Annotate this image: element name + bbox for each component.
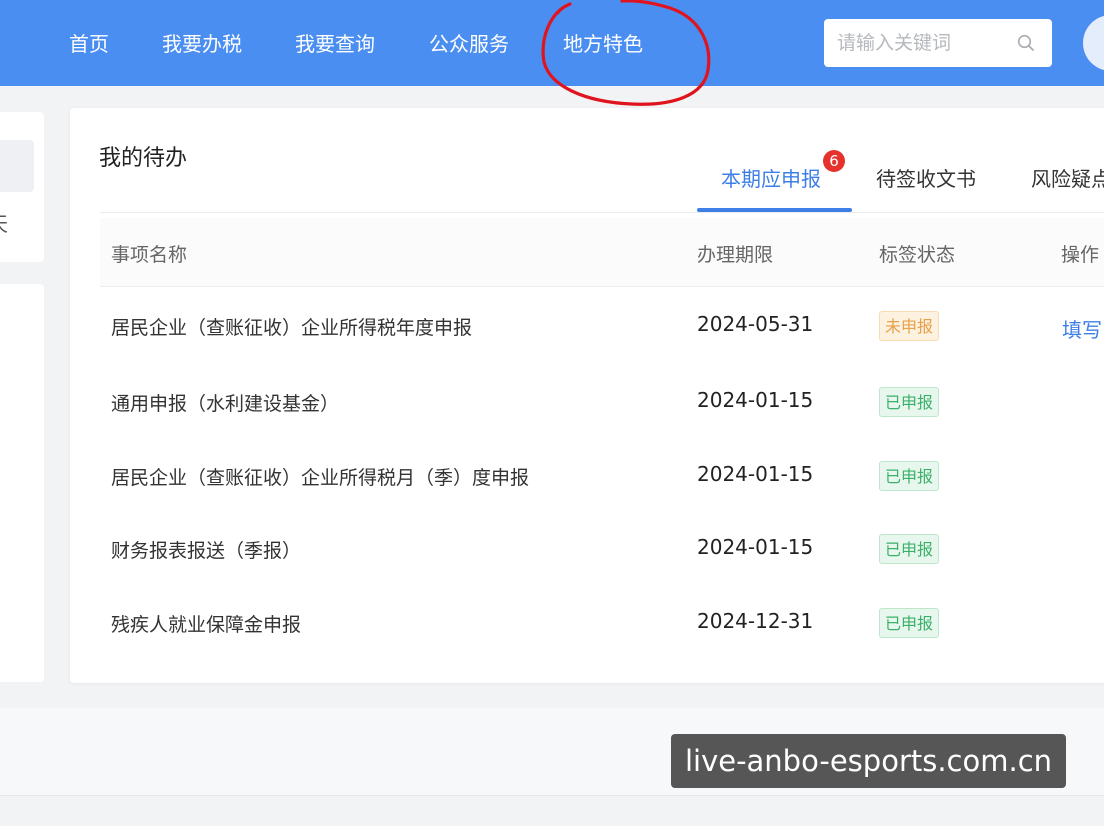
table-row-name: 居民企业（查账征收）企业所得税年度申报 <box>111 317 473 339</box>
fill-in-link[interactable]: 填写 <box>1062 314 1102 343</box>
top-navigation-bar: 首页 我要办税 我要查询 公众服务 地方特色 <box>0 0 1104 86</box>
watermark-label: live-anbo-esports.com.cn <box>671 734 1066 788</box>
column-header-action: 操作 <box>1061 244 1100 266</box>
left-panel-bottom <box>0 284 44 682</box>
table-row-name: 居民企业（查账征收）企业所得税月（季）度申报 <box>111 467 530 489</box>
nav-item-public-service[interactable]: 公众服务 <box>429 28 509 60</box>
column-header-item-name: 事项名称 <box>111 244 188 266</box>
table-row-name: 财务报表报送（季报） <box>111 540 302 562</box>
table-row-deadline: 2024-12-31 <box>697 609 814 633</box>
table-row-deadline: 2024-01-15 <box>697 462 814 486</box>
table-row-deadline: 2024-01-15 <box>697 535 814 559</box>
table-row-deadline: 2024-05-31 <box>697 312 814 336</box>
left-panel-label: 天 <box>0 208 8 237</box>
tab-divider <box>100 212 1104 213</box>
avatar[interactable] <box>1083 15 1104 71</box>
nav-item-tax-handling[interactable]: 我要办税 <box>162 28 242 60</box>
search-icon[interactable] <box>1016 33 1036 53</box>
status-badge: 已申报 <box>879 461 940 491</box>
nav-item-query[interactable]: 我要查询 <box>295 28 375 60</box>
column-header-status: 标签状态 <box>879 244 956 266</box>
nav-item-local-features[interactable]: 地方特色 <box>563 28 643 60</box>
table-row-name: 残疾人就业保障金申报 <box>111 614 302 636</box>
nav-item-home[interactable]: 首页 <box>69 28 109 60</box>
status-badge: 已申报 <box>879 387 940 417</box>
status-badge: 已申报 <box>879 534 940 564</box>
tab-current-declaration[interactable]: 本期应申报 <box>721 163 821 192</box>
column-header-deadline: 办理期限 <box>697 244 774 266</box>
status-badge: 已申报 <box>879 608 940 638</box>
tab-badge-count: 6 <box>823 150 845 172</box>
bottom-divider <box>0 795 1104 796</box>
table-row-name: 通用申报（水利建设基金） <box>111 393 340 415</box>
search-box <box>824 19 1052 67</box>
tab-risk-doubts[interactable]: 风险疑点 <box>1031 163 1104 192</box>
search-input[interactable] <box>824 19 1017 67</box>
status-badge: 未申报 <box>879 311 940 341</box>
todo-card-title: 我的待办 <box>99 146 188 171</box>
tab-pending-documents[interactable]: 待签收文书 <box>876 163 976 192</box>
left-panel-highlight[interactable] <box>0 140 34 192</box>
table-row-deadline: 2024-01-15 <box>697 388 814 412</box>
